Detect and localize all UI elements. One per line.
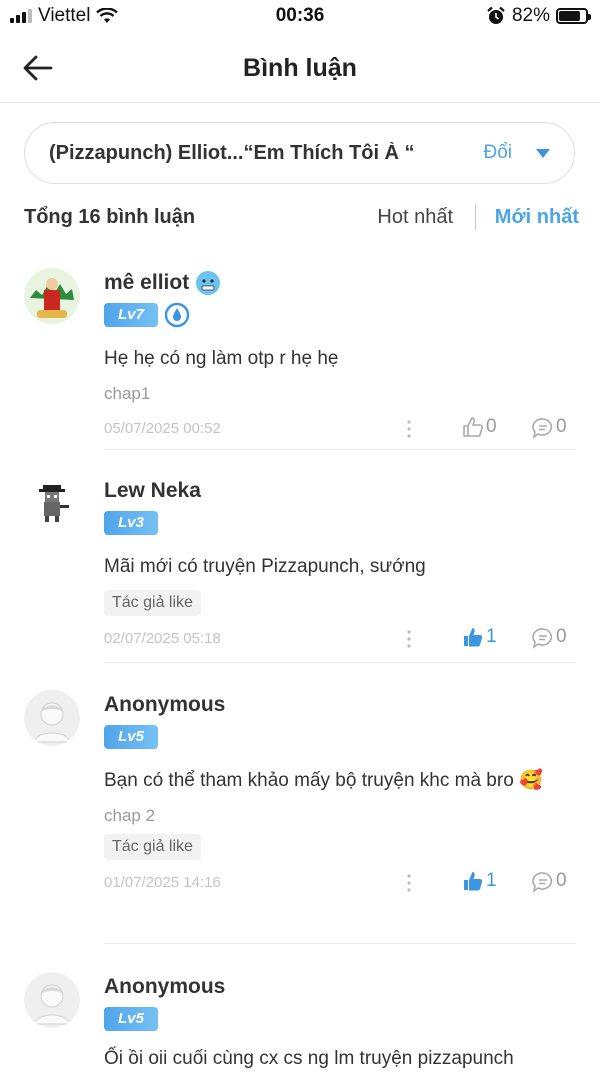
back-button[interactable] — [18, 50, 58, 86]
comment-author: Anonymous — [104, 972, 576, 1002]
reply-count: 0 — [556, 626, 567, 647]
thumbs-up-filled-icon[interactable] — [462, 626, 484, 648]
comment-date: 01/07/2025 14:16 — [104, 874, 221, 891]
comment-footer: 01/07/2025 14:16 1 0 — [104, 870, 576, 896]
comment-date: 05/07/2025 00:52 — [104, 420, 221, 437]
comment-text: Mãi mới có truyện Pizzapunch, sướng — [104, 556, 426, 577]
comment-author: Lew Neka — [104, 476, 576, 506]
author-name[interactable]: mê elliot — [104, 268, 189, 298]
status-right: 82% — [486, 5, 591, 27]
alarm-icon — [487, 6, 505, 24]
author-name[interactable]: Anonymous — [104, 690, 225, 720]
chevron-down-icon[interactable] — [536, 149, 550, 158]
sort-divider — [475, 204, 476, 230]
more-options-icon[interactable] — [404, 418, 414, 440]
comment-text: Hẹ hẹ có ng làm otp r hẹ hẹ — [104, 348, 339, 369]
avatar[interactable] — [24, 972, 80, 1028]
comment-date: 02/07/2025 05:18 — [104, 630, 221, 647]
comment-author: Anonymous — [104, 690, 576, 720]
author-like-tag: Tác giả like — [104, 834, 201, 860]
reply-count: 0 — [556, 416, 567, 437]
badges: Lv7 — [104, 302, 576, 328]
battery-percent: 82% — [511, 5, 550, 26]
comment-bubble-icon[interactable] — [532, 627, 554, 649]
avatar[interactable] — [24, 268, 80, 324]
more-options-icon[interactable] — [404, 628, 414, 650]
divider — [104, 662, 576, 663]
level-badge: Lv3 — [104, 511, 158, 535]
author-like-tag: Tác giả like — [104, 590, 201, 616]
signal-icon — [10, 9, 32, 23]
badges: Lv5 — [104, 724, 576, 750]
avatar[interactable] — [24, 476, 80, 532]
comment-bubble-icon[interactable] — [532, 871, 554, 893]
water-drop-badge-icon — [164, 302, 190, 328]
comment-text: Bạn có thể tham khảo mấy bộ truyện khc m… — [104, 770, 543, 791]
comment-author: mê elliot — [104, 268, 576, 298]
avatar[interactable] — [24, 690, 80, 746]
change-chapter-label[interactable]: Đổi — [483, 142, 512, 164]
thumbs-up-filled-icon[interactable] — [462, 870, 484, 892]
badges: Lv5 — [104, 1006, 576, 1032]
reply-count: 0 — [556, 870, 567, 891]
battery-icon — [556, 8, 591, 24]
thumbs-up-icon[interactable] — [462, 416, 484, 438]
badges: Lv3 — [104, 510, 576, 536]
sort-hot-tab[interactable]: Hot nhất — [377, 206, 453, 229]
cold-face-emoji-icon — [196, 271, 221, 295]
comment-footer: 05/07/2025 00:52 0 0 — [104, 416, 576, 442]
page-title: Bình luận — [243, 54, 357, 82]
divider — [104, 943, 576, 944]
sort-newest-tab[interactable]: Mới nhất — [495, 206, 579, 229]
divider — [104, 449, 576, 450]
comment-chapter: chap1 — [104, 384, 151, 403]
comment-text: Ối ồi oii cuối cùng cx cs ng lm truyện p… — [104, 1048, 514, 1069]
like-count: 0 — [486, 416, 497, 437]
chapter-title: (Pizzapunch) Elliot...“Em Thích Tôi À “ — [49, 141, 415, 164]
arrow-left-icon — [23, 55, 53, 81]
status-left: Viettel — [10, 5, 119, 27]
status-bar: Viettel 00:36 82% — [0, 0, 600, 34]
header: Bình luận — [0, 34, 600, 103]
author-name[interactable]: Anonymous — [104, 972, 225, 1002]
comment-bubble-icon[interactable] — [532, 417, 554, 439]
like-count: 1 — [486, 870, 497, 891]
sort-row: Tổng 16 bình luận Hot nhất Mới nhất — [24, 204, 579, 232]
level-badge: Lv5 — [104, 725, 158, 749]
comment-footer: 02/07/2025 05:18 1 0 — [104, 626, 576, 652]
author-name[interactable]: Lew Neka — [104, 476, 201, 506]
level-badge: Lv7 — [104, 303, 158, 327]
carrier-label: Viettel — [38, 5, 91, 26]
chapter-selector[interactable]: (Pizzapunch) Elliot...“Em Thích Tôi À “ … — [24, 122, 575, 184]
total-comments: Tổng 16 bình luận — [24, 206, 196, 228]
level-badge: Lv5 — [104, 1007, 158, 1031]
more-options-icon[interactable] — [404, 872, 414, 894]
like-count: 1 — [486, 626, 497, 647]
comment-chapter: chap 2 — [104, 806, 156, 825]
wifi-icon — [96, 8, 119, 23]
